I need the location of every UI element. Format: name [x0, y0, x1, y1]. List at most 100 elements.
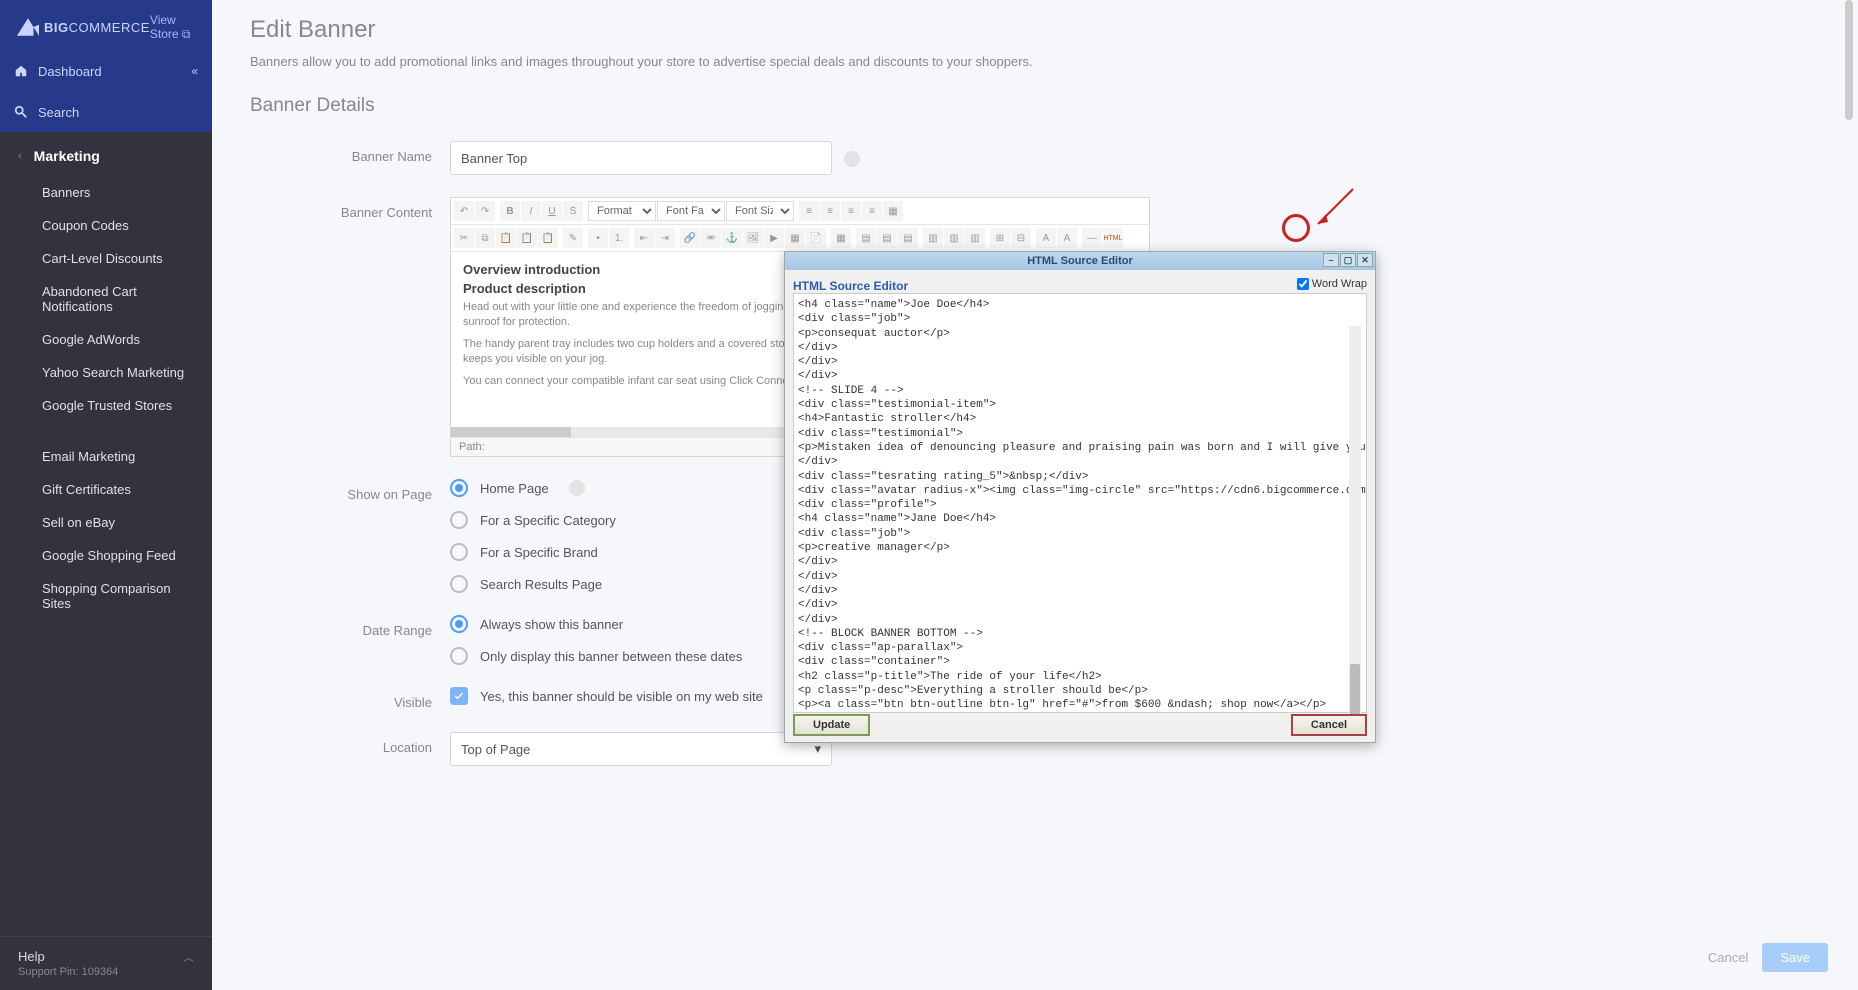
sidebar-item-ebay[interactable]: Sell on eBay — [0, 506, 212, 539]
font-family-select[interactable]: Font Family — [657, 201, 725, 221]
merge-icon[interactable]: ⊞ — [990, 228, 1010, 248]
sidebar-item-email-mkt[interactable]: Email Marketing — [0, 440, 212, 473]
scrollbar[interactable] — [1844, 0, 1856, 990]
banner-name-input[interactable] — [450, 141, 832, 175]
cancel-button[interactable]: Cancel — [1708, 950, 1748, 965]
sidebar-section-header[interactable]: ‹ Marketing — [0, 132, 212, 176]
redo-icon[interactable]: ↷ — [475, 201, 495, 221]
sidebar-help[interactable]: ︿ Help Support Pin: 109364 — [0, 936, 212, 990]
format-select[interactable]: Format — [588, 201, 656, 221]
modal-cancel-button[interactable]: Cancel — [1291, 714, 1367, 736]
split-icon[interactable]: ⊟ — [1011, 228, 1031, 248]
date-range-label: Date Range — [250, 615, 450, 638]
font-size-select[interactable]: Font Size — [726, 201, 794, 221]
col-after-icon[interactable]: ▥ — [944, 228, 964, 248]
sidebar-item-coupon[interactable]: Coupon Codes — [0, 209, 212, 242]
sidebar-dashboard[interactable]: Dashboard « — [0, 50, 212, 92]
maximize-icon[interactable]: ▢ — [1340, 253, 1356, 267]
close-icon[interactable]: ✕ — [1357, 253, 1373, 267]
save-button[interactable]: Save — [1762, 943, 1828, 972]
bold-icon[interactable]: B — [500, 201, 520, 221]
row-before-icon[interactable]: ▤ — [856, 228, 876, 248]
radio-always[interactable] — [450, 615, 468, 633]
logo-text-bold: BIG — [44, 20, 69, 35]
help-icon[interactable] — [569, 480, 585, 496]
ol-icon[interactable]: 1. — [609, 228, 629, 248]
outdent-icon[interactable]: ⇤ — [634, 228, 654, 248]
collapse-icon[interactable]: « — [191, 64, 198, 78]
undo-icon[interactable]: ↶ — [454, 201, 474, 221]
cut-icon[interactable]: ✂ — [454, 228, 474, 248]
brand-header: BIGCOMMERCE View Store ⧉ — [0, 0, 212, 50]
sidebar-item-banners[interactable]: Banners — [0, 176, 212, 209]
radio-always-label: Always show this banner — [480, 617, 623, 632]
table-icon[interactable]: ▦ — [831, 228, 851, 248]
textarea-scrollbar[interactable] — [1349, 326, 1361, 722]
image-icon[interactable]: 🖼 — [743, 228, 763, 248]
copy-icon[interactable]: ⧉ — [475, 228, 495, 248]
update-button[interactable]: Update — [793, 714, 870, 736]
strike-icon[interactable]: S — [563, 201, 583, 221]
word-wrap-checkbox[interactable] — [1297, 278, 1309, 290]
bg-color-icon[interactable]: A — [1057, 228, 1077, 248]
text-color-icon[interactable]: A — [1036, 228, 1056, 248]
view-store-link[interactable]: View Store ⧉ — [150, 13, 198, 42]
paste-word-icon[interactable]: 📋 — [538, 228, 558, 248]
link-icon[interactable]: 🔗 — [680, 228, 700, 248]
radio-home[interactable] — [450, 479, 468, 497]
sidebar-search[interactable]: Search — [0, 92, 212, 132]
logo-text-light: COMMERCE — [69, 20, 150, 35]
html-source-icon[interactable]: HTML — [1103, 228, 1123, 248]
media-icon[interactable]: ▶ — [764, 228, 784, 248]
col-before-icon[interactable]: ▥ — [923, 228, 943, 248]
radio-between[interactable] — [450, 647, 468, 665]
align-center-icon[interactable]: ≡ — [820, 201, 840, 221]
help-label: Help — [18, 949, 194, 964]
location-select[interactable]: Top of Page ▾ — [450, 732, 832, 766]
minimize-icon[interactable]: – — [1323, 253, 1339, 267]
italic-icon[interactable]: I — [521, 201, 541, 221]
sidebar-item-adwords[interactable]: Google AdWords — [0, 323, 212, 356]
align-left-icon[interactable]: ≡ — [799, 201, 819, 221]
paste-text-icon[interactable]: 📋 — [517, 228, 537, 248]
radio-search[interactable] — [450, 575, 468, 593]
indent-icon[interactable]: ⇥ — [655, 228, 675, 248]
word-wrap-toggle[interactable]: Word Wrap — [1297, 278, 1367, 290]
file-icon[interactable]: 📄 — [806, 228, 826, 248]
col-del-icon[interactable]: ▥ — [965, 228, 985, 248]
sidebar-item-yahoo[interactable]: Yahoo Search Marketing — [0, 356, 212, 389]
sidebar-item-trusted-stores[interactable]: Google Trusted Stores — [0, 389, 212, 422]
sidebar-item-abandoned-cart[interactable]: Abandoned Cart Notifications — [0, 275, 212, 323]
editor-toolbar-2: ✂ ⧉ 📋 📋 📋 ✎ • 1. ⇤ ⇥ — [451, 225, 1149, 252]
ul-icon[interactable]: • — [588, 228, 608, 248]
hr-icon[interactable]: — — [1082, 228, 1102, 248]
unlink-icon[interactable]: ⚮ — [701, 228, 721, 248]
radio-brand-label: For a Specific Brand — [480, 545, 598, 560]
help-icon[interactable] — [844, 151, 860, 167]
align-justify-icon[interactable]: ≡ — [862, 201, 882, 221]
anchor-icon[interactable]: ⚓ — [722, 228, 742, 248]
modal-titlebar[interactable]: HTML Source Editor – ▢ ✕ — [785, 252, 1375, 270]
row-del-icon[interactable]: ▤ — [898, 228, 918, 248]
sidebar-item-google-shopping[interactable]: Google Shopping Feed — [0, 539, 212, 572]
brush-icon[interactable]: ✎ — [563, 228, 583, 248]
chevron-left-icon: ‹ — [18, 150, 22, 162]
radio-category[interactable] — [450, 511, 468, 529]
help-sub: Support Pin: 109364 — [18, 966, 194, 978]
align-right-icon[interactable]: ≡ — [841, 201, 861, 221]
row-after-icon[interactable]: ▤ — [877, 228, 897, 248]
page-title: Edit Banner — [250, 16, 1820, 44]
footer-actions: Cancel Save — [1708, 943, 1828, 972]
underline-icon[interactable]: U — [542, 201, 562, 221]
sidebar-item-gift-cert[interactable]: Gift Certificates — [0, 473, 212, 506]
style-icon[interactable]: ▦ — [883, 201, 903, 221]
embed-icon[interactable]: ▦ — [785, 228, 805, 248]
dashboard-label: Dashboard — [38, 64, 102, 79]
sidebar-item-cart-discounts[interactable]: Cart-Level Discounts — [0, 242, 212, 275]
visible-checkbox[interactable] — [450, 687, 468, 705]
radio-brand[interactable] — [450, 543, 468, 561]
html-source-textarea[interactable]: <h4 class="name">Joe Doe</h4> <div class… — [793, 293, 1367, 713]
sidebar-item-shopping-comp[interactable]: Shopping Comparison Sites — [0, 572, 212, 620]
paste-icon[interactable]: 📋 — [496, 228, 516, 248]
chevron-up-icon: ︿ — [183, 949, 194, 965]
